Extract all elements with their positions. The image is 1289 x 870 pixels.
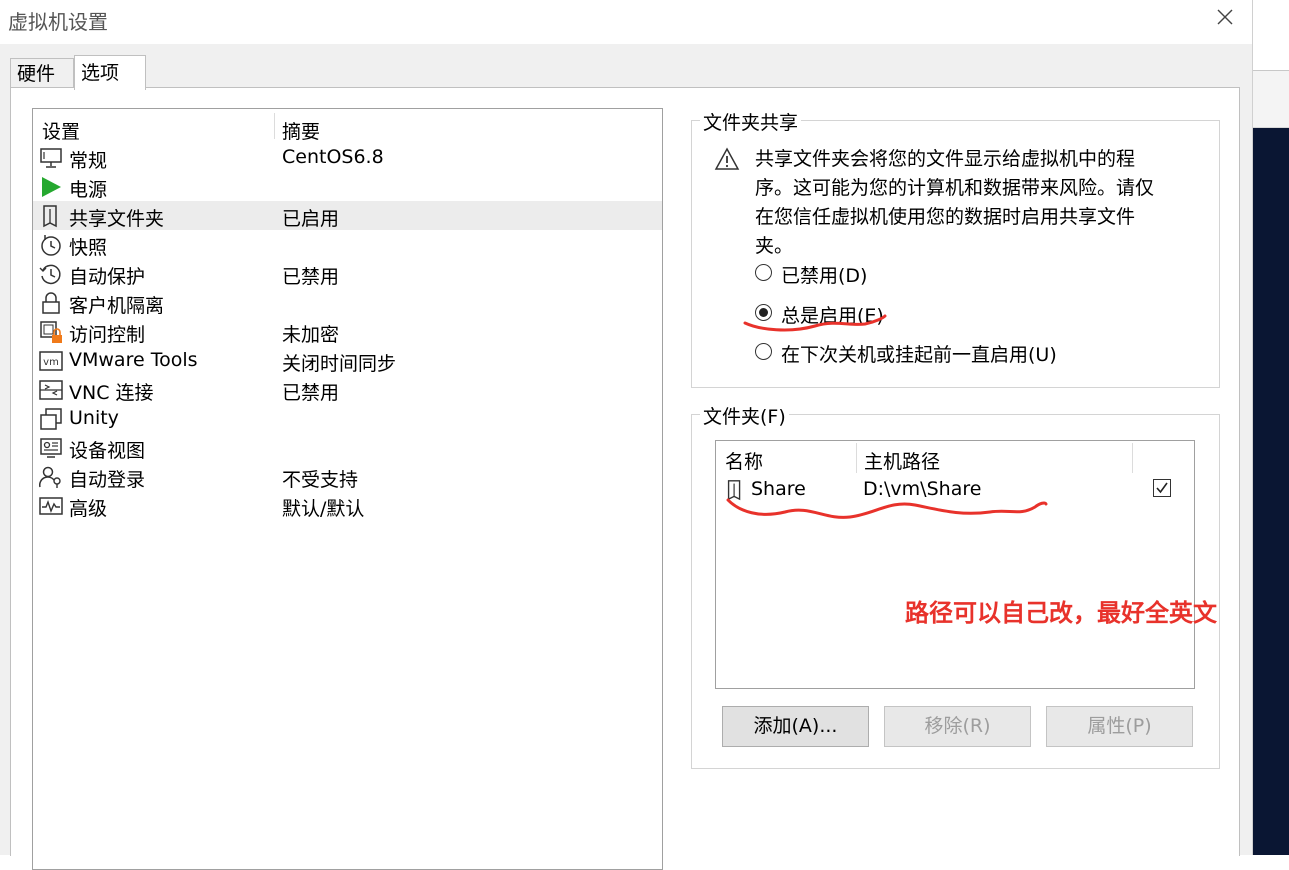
monitor-icon <box>39 146 63 170</box>
tab-bar: 硬件 选项 <box>0 44 1252 90</box>
settings-item-name: VNC 连接 <box>69 382 154 404</box>
settings-item-unity[interactable]: Unity <box>33 404 662 433</box>
close-icon <box>1217 9 1233 25</box>
settings-item-general[interactable]: 常规 CentOS6.8 <box>33 143 662 172</box>
folder-sharing-group: 文件夹共享 共享文件夹会将您的文件显示给虚拟机中的程序。这可能为您的计算机和数据… <box>691 108 1220 388</box>
title-bar: 虚拟机设置 <box>0 0 1252 44</box>
advanced-pulse-icon <box>39 494 63 518</box>
settings-list-header: 设置 摘要 <box>33 109 662 143</box>
folder-sharing-title: 文件夹共享 <box>700 108 802 135</box>
settings-item-summary: CentOS6.8 <box>282 146 384 168</box>
settings-item-summary: 关闭时间同步 <box>282 353 397 375</box>
remove-button[interactable]: 移除(R) <box>884 706 1031 747</box>
tab-hardware[interactable]: 硬件 <box>10 58 74 89</box>
settings-item-summary: 已禁用 <box>282 382 340 404</box>
radio-circle[interactable] <box>755 264 772 281</box>
snapshot-clock-icon <box>39 233 63 257</box>
settings-item-summary: 默认/默认 <box>282 498 365 520</box>
warning-icon <box>714 147 740 171</box>
settings-item-access-control[interactable]: 访问控制 未加密 <box>33 317 662 346</box>
settings-item-power[interactable]: 电源 <box>33 172 662 201</box>
radio-circle-selected[interactable] <box>755 304 772 321</box>
folders-list[interactable]: 名称 主机路径 Share D:\vm\Share <box>715 440 1195 689</box>
settings-item-advanced[interactable]: 高级 默认/默认 <box>33 491 662 520</box>
window-title: 虚拟机设置 <box>8 10 108 34</box>
vm-tools-icon: vm <box>39 349 63 373</box>
unity-icon <box>39 407 63 431</box>
settings-item-summary: 已启用 <box>282 208 340 230</box>
folder-enabled-checkbox[interactable] <box>1153 479 1171 497</box>
autoprotect-clock-icon <box>39 262 63 286</box>
settings-item-name: 自动保护 <box>69 266 146 288</box>
column-header-host-path[interactable]: 主机路径 <box>864 447 940 474</box>
settings-item-autologin[interactable]: 自动登录 不受支持 <box>33 462 662 491</box>
warning-text: 共享文件夹会将您的文件显示给虚拟机中的程序。这可能为您的计算机和数据带来风险。请… <box>755 148 1155 257</box>
settings-item-guest-isolation[interactable]: 客户机隔离 <box>33 288 662 317</box>
lock-icon <box>39 291 63 315</box>
settings-item-name: Unity <box>69 407 119 429</box>
options-panel: 设置 摘要 常规 CentOS6.8 电源 共享文件夹 已启用 快照 自动保护 … <box>10 87 1240 870</box>
settings-list[interactable]: 设置 摘要 常规 CentOS6.8 电源 共享文件夹 已启用 快照 自动保护 … <box>32 108 663 870</box>
shared-folder-icon <box>724 478 746 502</box>
column-header-name[interactable]: 名称 <box>725 447 763 474</box>
column-header-summary[interactable]: 摘要 <box>282 117 320 144</box>
settings-item-summary: 已禁用 <box>282 266 340 288</box>
checkmark-icon <box>1156 482 1168 494</box>
settings-item-name: 设备视图 <box>69 440 146 462</box>
access-control-icon <box>39 320 63 344</box>
settings-item-name: 访问控制 <box>69 324 146 346</box>
settings-item-name: 快照 <box>69 237 108 259</box>
settings-item-name: 共享文件夹 <box>69 208 165 230</box>
settings-item-shared-folders[interactable]: 共享文件夹 已启用 <box>33 201 662 230</box>
settings-item-device-view[interactable]: 设备视图 <box>33 433 662 462</box>
close-button[interactable] <box>1208 2 1244 34</box>
column-header-setting[interactable]: 设置 <box>42 117 80 144</box>
vnc-icon <box>39 378 63 402</box>
properties-button[interactable]: 属性(P) <box>1046 706 1193 747</box>
settings-item-name: 高级 <box>69 498 108 520</box>
folder-row[interactable]: Share D:\vm\Share <box>716 475 1194 505</box>
folders-title: 文件夹(F) <box>700 402 789 429</box>
folder-name: Share <box>751 478 806 500</box>
settings-item-name: 自动登录 <box>69 469 146 491</box>
settings-item-name: 电源 <box>69 179 108 201</box>
settings-item-name: 客户机隔离 <box>69 295 165 317</box>
settings-item-name: 常规 <box>69 150 108 172</box>
settings-item-summary: 未加密 <box>282 324 340 346</box>
play-icon <box>39 175 63 199</box>
tab-options[interactable]: 选项 <box>74 55 146 90</box>
add-button[interactable]: 添加(A)... <box>722 706 869 747</box>
settings-item-autoprotect[interactable]: 自动保护 已禁用 <box>33 259 662 288</box>
vm-settings-dialog: 虚拟机设置 硬件 选项 设置 摘要 常规 CentOS6.8 电源 共享文件夹 … <box>0 0 1253 870</box>
radio-circle[interactable] <box>755 343 772 360</box>
folder-host-path: D:\vm\Share <box>863 478 982 500</box>
radio-label[interactable]: 已禁用(D) <box>781 261 867 288</box>
device-view-icon <box>39 436 63 460</box>
shared-folder-icon <box>39 204 63 228</box>
settings-item-vnc[interactable]: VNC 连接 已禁用 <box>33 375 662 404</box>
radio-label[interactable]: 在下次关机或挂起前一直启用(U) <box>781 340 1057 367</box>
settings-item-name: VMware Tools <box>69 349 198 371</box>
autologin-icon <box>38 465 63 489</box>
background-window <box>1253 0 1289 855</box>
radio-label[interactable]: 总是启用(E) <box>781 301 884 328</box>
settings-item-vmware-tools[interactable]: vm VMware Tools 关闭时间同步 <box>33 346 662 375</box>
settings-item-summary: 不受支持 <box>282 469 359 491</box>
annotation-note: 路径可以自己改，最好全英文 <box>905 599 1217 627</box>
svg-text:vm: vm <box>43 357 59 368</box>
folders-group: 文件夹(F) 名称 主机路径 Share D:\vm\Share 添加(A)..… <box>691 402 1220 769</box>
settings-item-snapshots[interactable]: 快照 <box>33 230 662 259</box>
